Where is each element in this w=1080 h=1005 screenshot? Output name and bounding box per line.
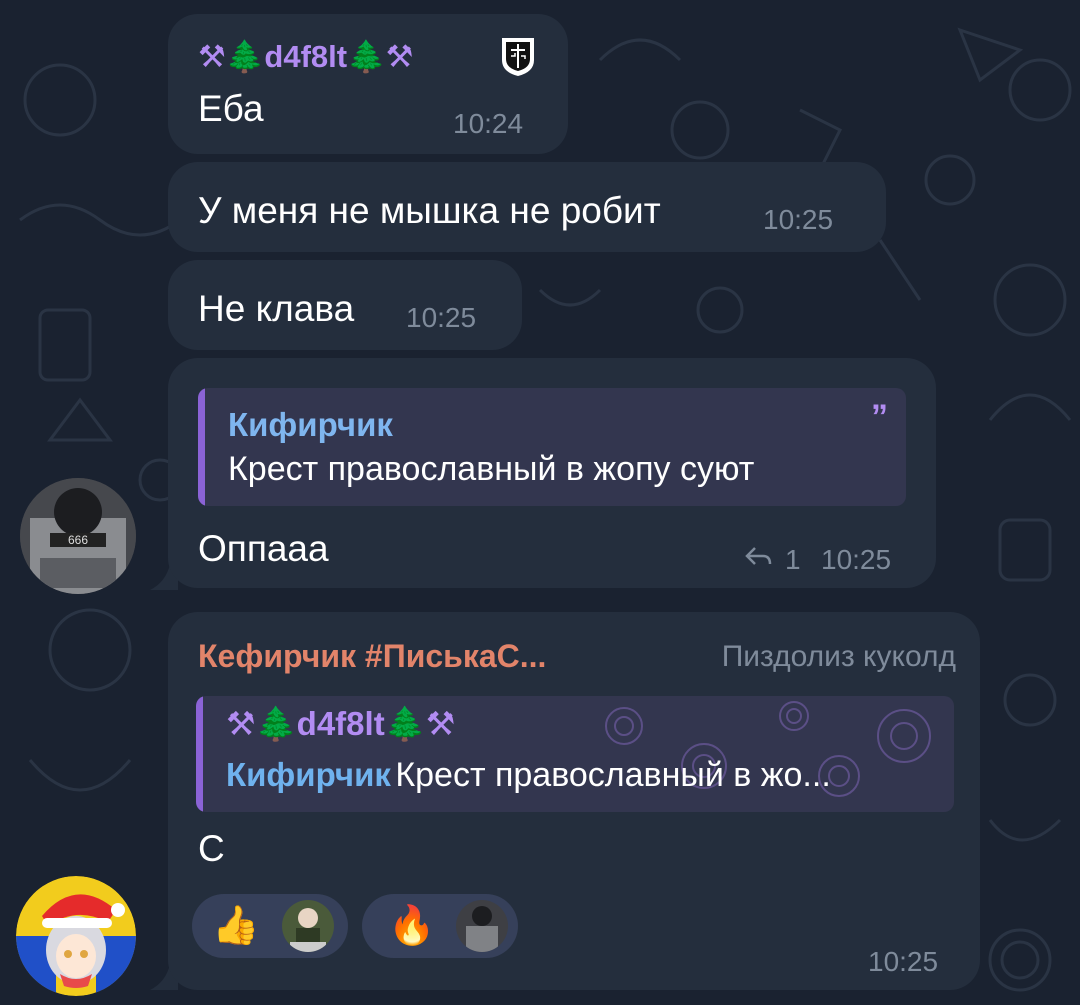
quote-bar [196,696,203,812]
shield-badge-icon [500,36,536,78]
sender-name[interactable]: ⚒🌲d4f8lt🌲⚒ [198,36,413,76]
message-time: 10:25 [821,544,892,575]
fire-icon: 🔥 [388,905,436,947]
reactor-avatar [456,900,508,952]
svg-text:666: 666 [68,533,88,547]
message-time: 10:24 [453,108,524,139]
message-text: С [198,828,225,869]
quote-author: Кифирчик [228,406,393,443]
reply-arrow-icon[interactable] [743,544,773,573]
avatar[interactable] [16,876,136,996]
message-time: 10:25 [406,302,477,333]
thumbs-up-icon: 👍 [212,905,260,947]
reply-quote-author: Кифирчик [226,756,391,793]
message-bubble[interactable]: Кифирчик Крест православный в жопу суют … [168,358,936,588]
quote-icon: ” [871,398,888,436]
reply-content: Кифирчик Крест православный в жо... [226,756,831,795]
quote-bar [198,388,205,506]
message-text: Оппааа [198,528,329,569]
message-text: Не клава [198,288,355,329]
reply-author: ⚒🌲d4f8lt🌲⚒ [226,705,456,742]
message-text: У меня не мышка не робит [198,190,661,231]
sender-title: Пиздолиз куколд [721,640,956,673]
message-time: 10:25 [868,946,939,977]
message-bubble[interactable]: У меня не мышка не робит 10:25 [168,162,886,252]
quote-block[interactable]: Кифирчик Крест православный в жопу суют … [198,388,906,506]
sender-name[interactable]: Кефирчик #ПиськаС... [198,638,546,675]
message-bubble[interactable]: ⚒🌲d4f8lt🌲⚒ Еба 10:24 [168,14,568,154]
reply-preview[interactable]: ⚒🌲d4f8lt🌲⚒ Кифирчик Крест православный в… [196,696,954,812]
message-text: Еба [198,88,264,129]
reply-quote-text: Крест православный в жо... [395,756,831,794]
reactor-avatar [282,900,334,952]
reply-count[interactable]: 1 [785,544,801,576]
message-time: 10:25 [763,204,834,235]
reaction-fire[interactable]: 🔥 [362,894,518,958]
quote-text: Крест православный в жопу суют [228,450,755,488]
message-bubble[interactable]: Не клава 10:25 [168,260,522,350]
reaction-thumbs-up[interactable]: 👍 [192,894,348,958]
avatar[interactable]: 666 [20,478,136,594]
